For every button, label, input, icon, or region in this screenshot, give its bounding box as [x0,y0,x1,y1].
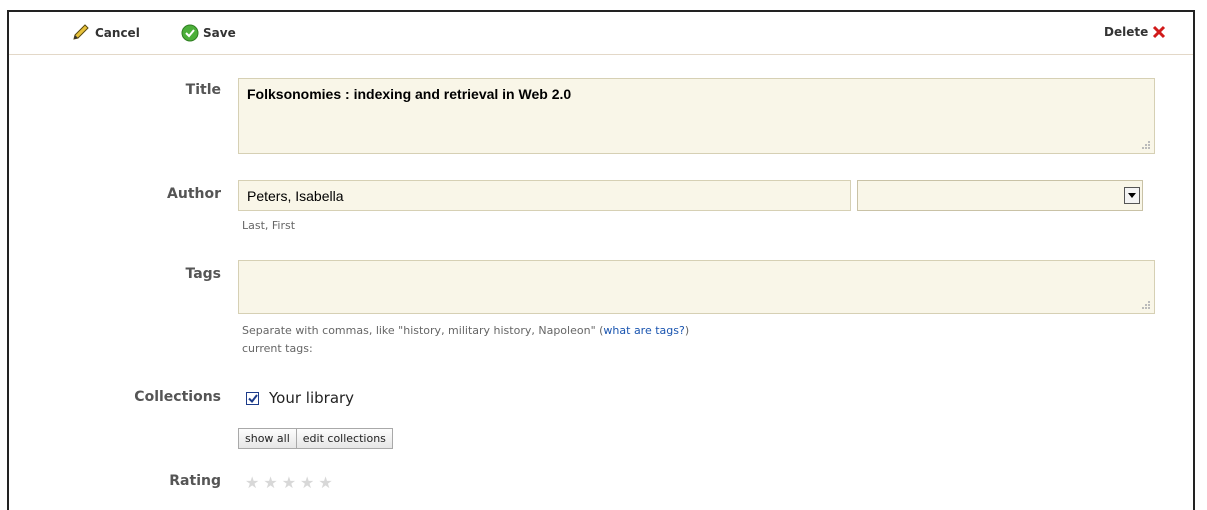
title-label: Title [185,82,221,98]
collections-label: Collections [134,389,221,405]
tags-label: Tags [185,266,221,282]
your-library-label[interactable]: Your library [269,389,354,407]
delete-button[interactable]: Delete [1104,24,1166,40]
author-input[interactable]: Peters, Isabella [238,180,851,211]
checkmark-circle-icon [181,24,199,42]
collection-buttons: show all edit collections [238,428,393,449]
what-are-tags-link[interactable]: what are tags? [603,324,684,337]
x-icon [1152,25,1166,39]
edit-book-panel: Cancel Save Delete Title Folksonomies : … [7,10,1195,510]
pencil-icon [71,24,91,42]
toolbar: Cancel Save Delete [9,12,1193,55]
author-role-select[interactable] [857,180,1143,211]
star-icon[interactable]: ★ [318,475,332,491]
save-label: Save [203,26,236,40]
tags-input[interactable] [238,260,1155,314]
dropdown-arrow-icon[interactable] [1124,187,1140,204]
author-value: Peters, Isabella [247,188,344,204]
star-icon[interactable]: ★ [282,475,296,491]
star-icon[interactable]: ★ [300,475,314,491]
resize-grip-icon[interactable] [1141,140,1151,150]
edit-collections-button[interactable]: edit collections [295,429,392,448]
checkbox-check-icon [247,394,258,403]
resize-grip-icon[interactable] [1141,300,1151,310]
title-field[interactable]: Folksonomies : indexing and retrieval in… [238,78,1155,154]
rating-stars: ★ ★ ★ ★ ★ [245,475,333,491]
title-value: Folksonomies : indexing and retrieval in… [247,86,572,102]
tags-hint: Separate with commas, like "history, mil… [242,324,689,337]
tags-hint-suffix: ) [684,324,690,337]
rating-label: Rating [169,473,221,489]
cancel-label: Cancel [95,26,140,40]
author-label: Author [167,186,221,202]
star-icon[interactable]: ★ [245,475,259,491]
current-tags-label: current tags: [242,342,313,355]
delete-label: Delete [1104,25,1149,39]
star-icon[interactable]: ★ [263,475,277,491]
cancel-button[interactable]: Cancel [71,24,140,42]
author-hint: Last, First [242,219,296,232]
save-button[interactable]: Save [181,24,236,42]
tags-hint-text: Separate with commas, like "history, mil… [242,324,604,337]
show-all-button[interactable]: show all [239,429,296,448]
your-library-checkbox[interactable] [246,392,259,405]
